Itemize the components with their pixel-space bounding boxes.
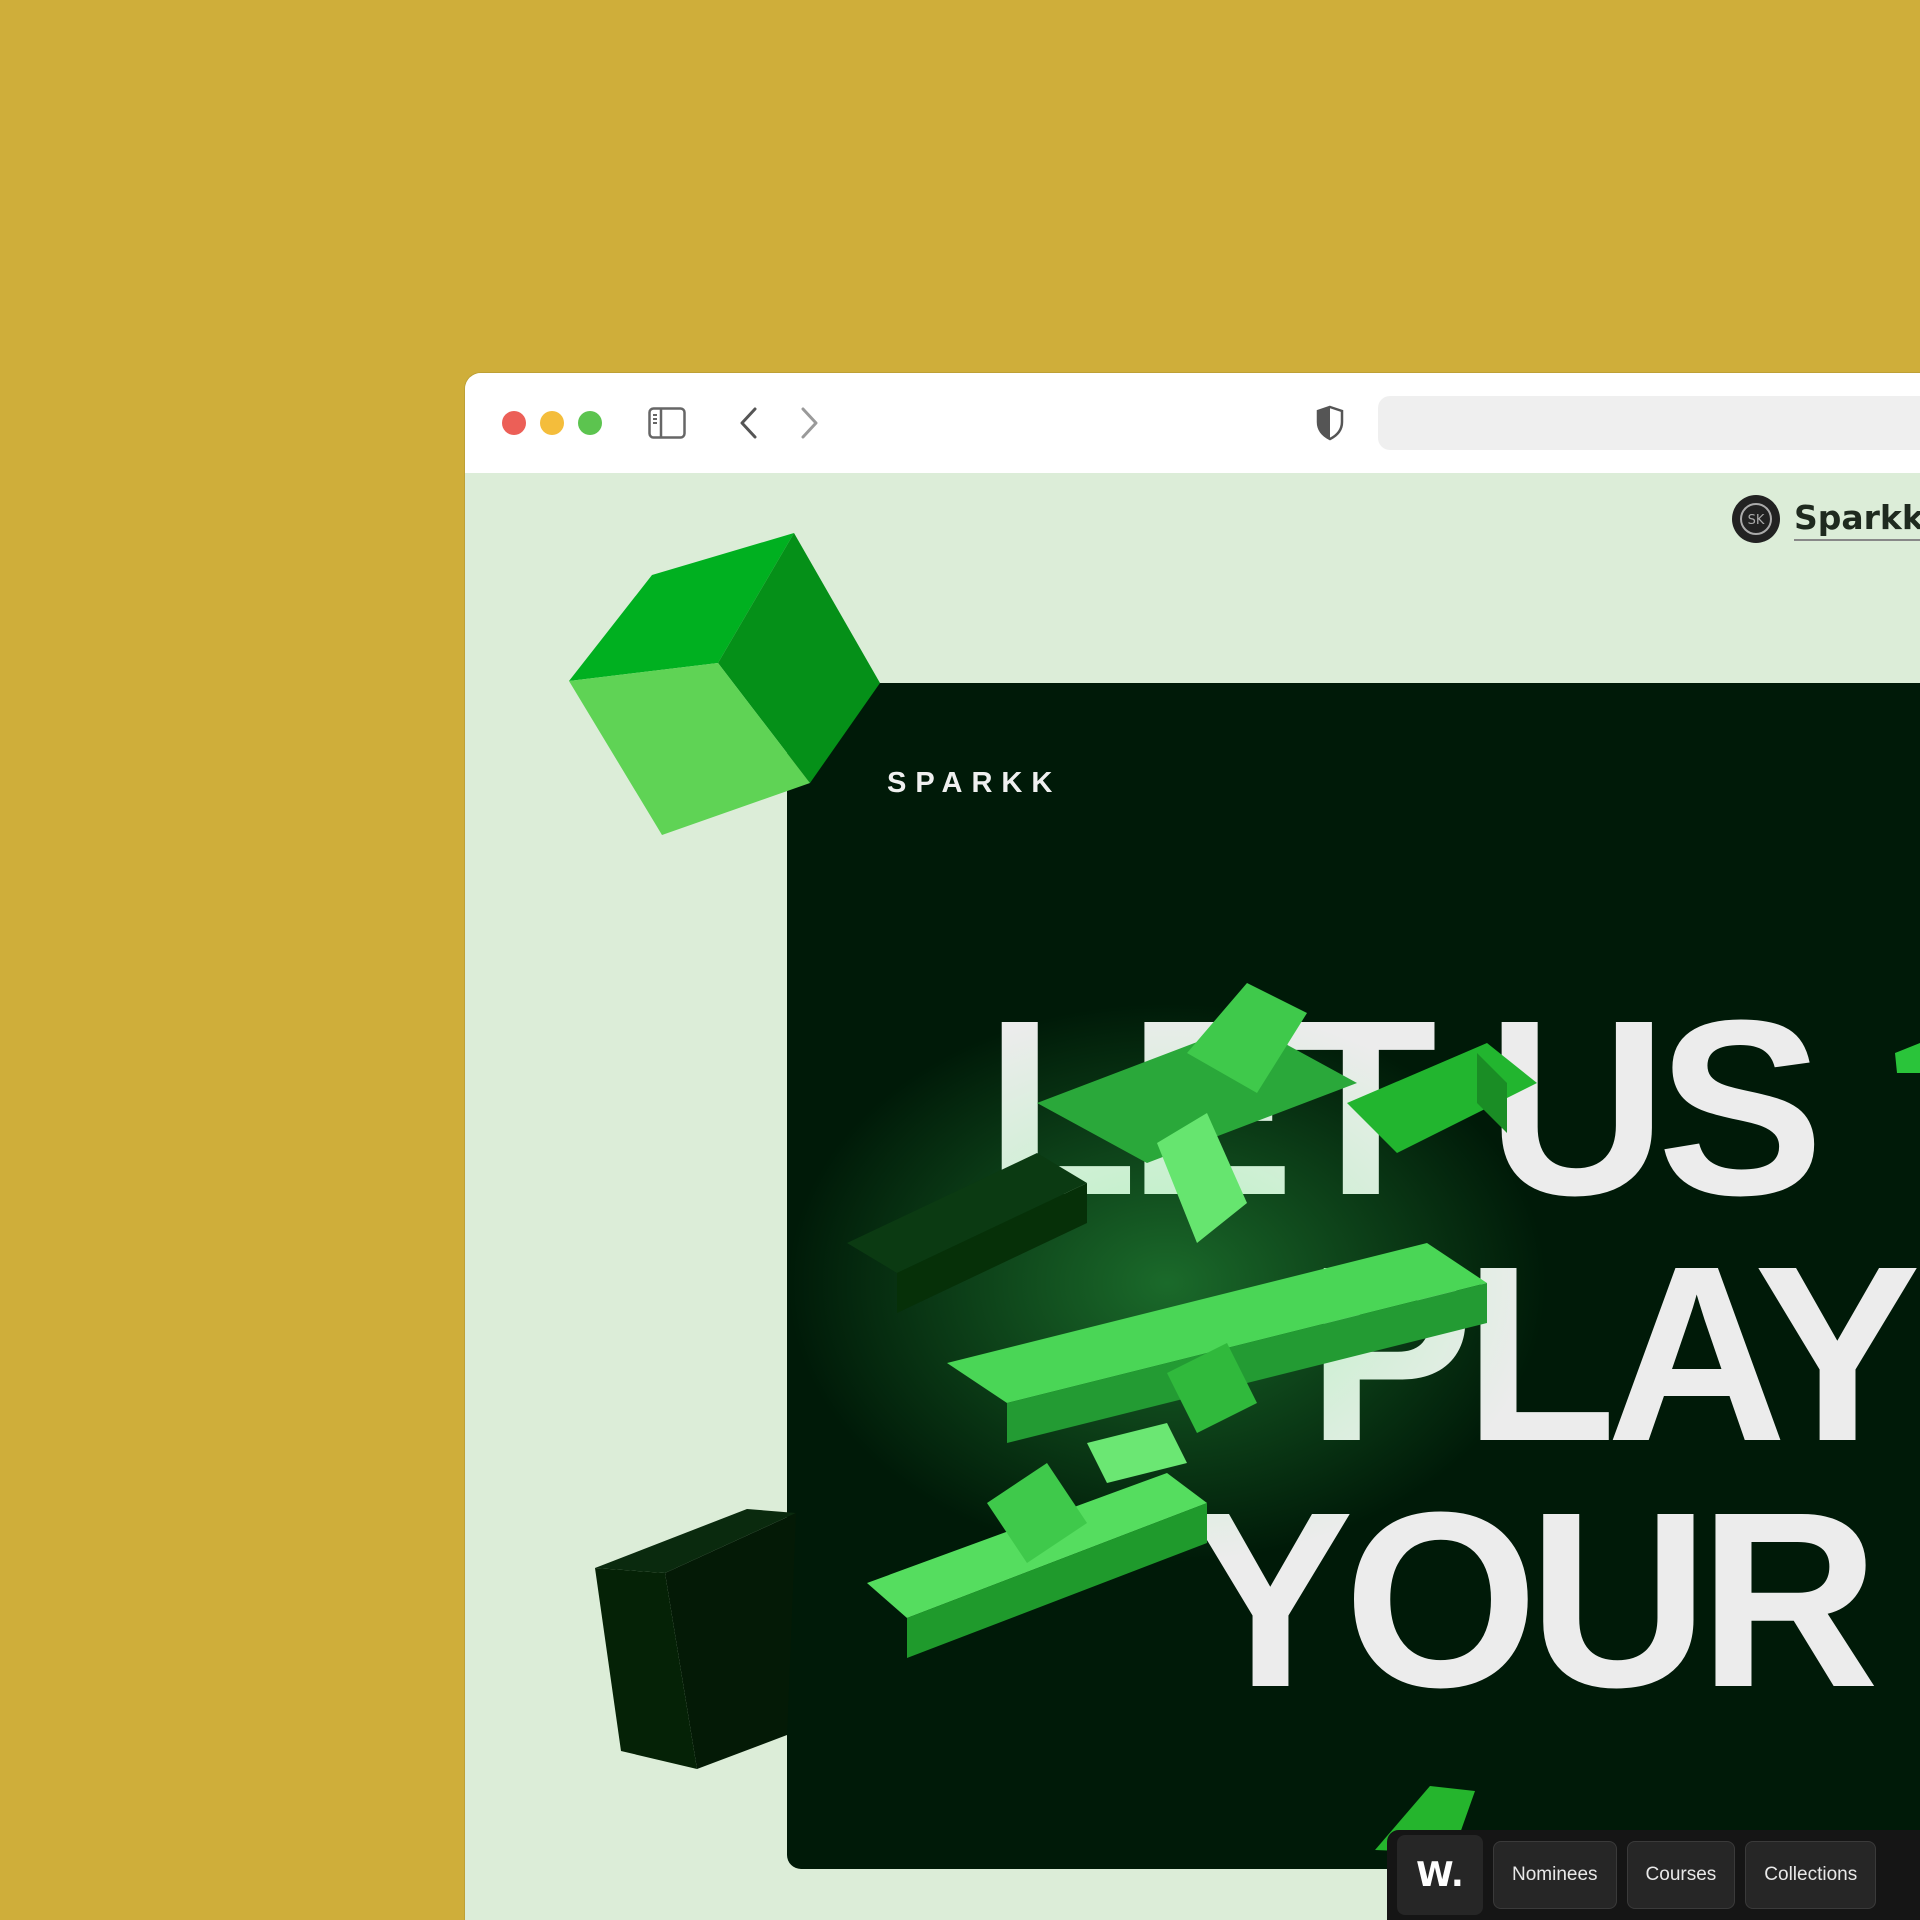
courses-button[interactable]: Courses	[1626, 1841, 1736, 1909]
chevron-right-icon[interactable]	[797, 406, 821, 440]
collections-button[interactable]: Collections	[1745, 1841, 1877, 1909]
sparkk-avatar-icon: SK	[1732, 495, 1780, 543]
cube-front-face	[569, 663, 810, 835]
hero-logo[interactable]: SPARKK	[887, 767, 1061, 800]
address-bar[interactable]	[1378, 396, 1920, 450]
close-window-button[interactable]	[502, 411, 526, 435]
hero-headline-line-3: YOUR	[1187, 1460, 1879, 1739]
site-badge[interactable]: SK Sparkk	[1732, 495, 1920, 543]
cube-top-face	[569, 533, 794, 681]
minimize-window-button[interactable]	[540, 411, 564, 435]
bottom-navigation-bar: W. Nominees Courses Collections	[1387, 1830, 1920, 1920]
hero-headline-line-2: PLAY	[1307, 1214, 1920, 1493]
maximize-window-button[interactable]	[578, 411, 602, 435]
web-page: SK Sparkk SPARKK LET US PLAY YOUR W. Nom…	[465, 473, 1920, 1920]
w-logo-button[interactable]: W.	[1397, 1835, 1483, 1915]
sidebar-icon[interactable]	[648, 407, 686, 439]
browser-window: SK Sparkk SPARKK LET US PLAY YOUR W. Nom…	[465, 373, 1920, 1920]
shield-icon[interactable]	[1315, 405, 1345, 441]
hero-banner: SPARKK LET US PLAY YOUR	[787, 683, 1920, 1869]
nominees-button[interactable]: Nominees	[1493, 1841, 1617, 1909]
svg-text:SK: SK	[1748, 513, 1765, 528]
browser-toolbar	[465, 373, 1920, 473]
hero-headline-line-1: LET US	[985, 968, 1824, 1247]
chevron-left-icon[interactable]	[737, 406, 761, 440]
site-name[interactable]: Sparkk	[1794, 498, 1920, 541]
